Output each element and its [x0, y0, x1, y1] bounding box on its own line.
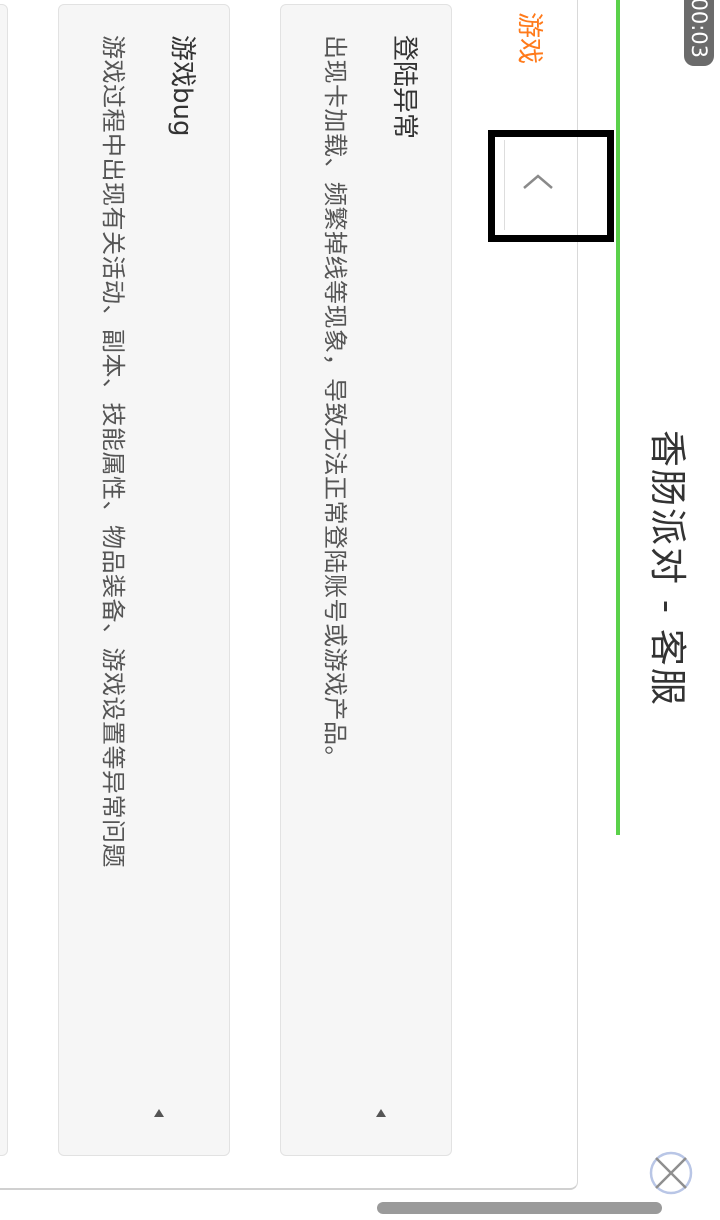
header: 香肠派对 - 客服 [620, 0, 720, 1220]
back-button[interactable] [504, 140, 572, 230]
card-title: 游戏bug [167, 35, 197, 137]
triangle-left-icon [376, 1109, 386, 1117]
card-game-bug[interactable]: 游戏bug 游戏过程中出现有关活动、副本、技能属性、物品装备、游戏设置等异常问题 [58, 4, 230, 1156]
progress-line [616, 0, 620, 835]
tab-game[interactable]: 游戏 [513, 12, 550, 64]
card-partial[interactable] [0, 4, 8, 1156]
triangle-left-icon [154, 1109, 164, 1117]
card-description: 游戏过程中出现有关活动、副本、技能属性、物品装备、游戏设置等异常问题 [99, 35, 127, 868]
scrollbar[interactable] [377, 1202, 662, 1214]
close-icon[interactable] [648, 1150, 694, 1196]
app-window: 香肠派对 - 客服 00:03 游戏 登陆异常 出现卡加载、频繁掉线等现象，导致… [0, 0, 720, 1220]
status-time: 00:03 [684, 0, 714, 66]
card-login-issue[interactable]: 登陆异常 出现卡加载、频繁掉线等现象，导致无法正常登陆账号或游戏产品。 [280, 4, 452, 1156]
card-title: 登陆异常 [389, 35, 419, 140]
chevron-left-icon [523, 174, 553, 189]
card-description: 出现卡加载、频繁掉线等现象，导致无法正常登陆账号或游戏产品。 [321, 35, 349, 770]
page-title: 香肠派对 - 客服 [646, 430, 689, 707]
